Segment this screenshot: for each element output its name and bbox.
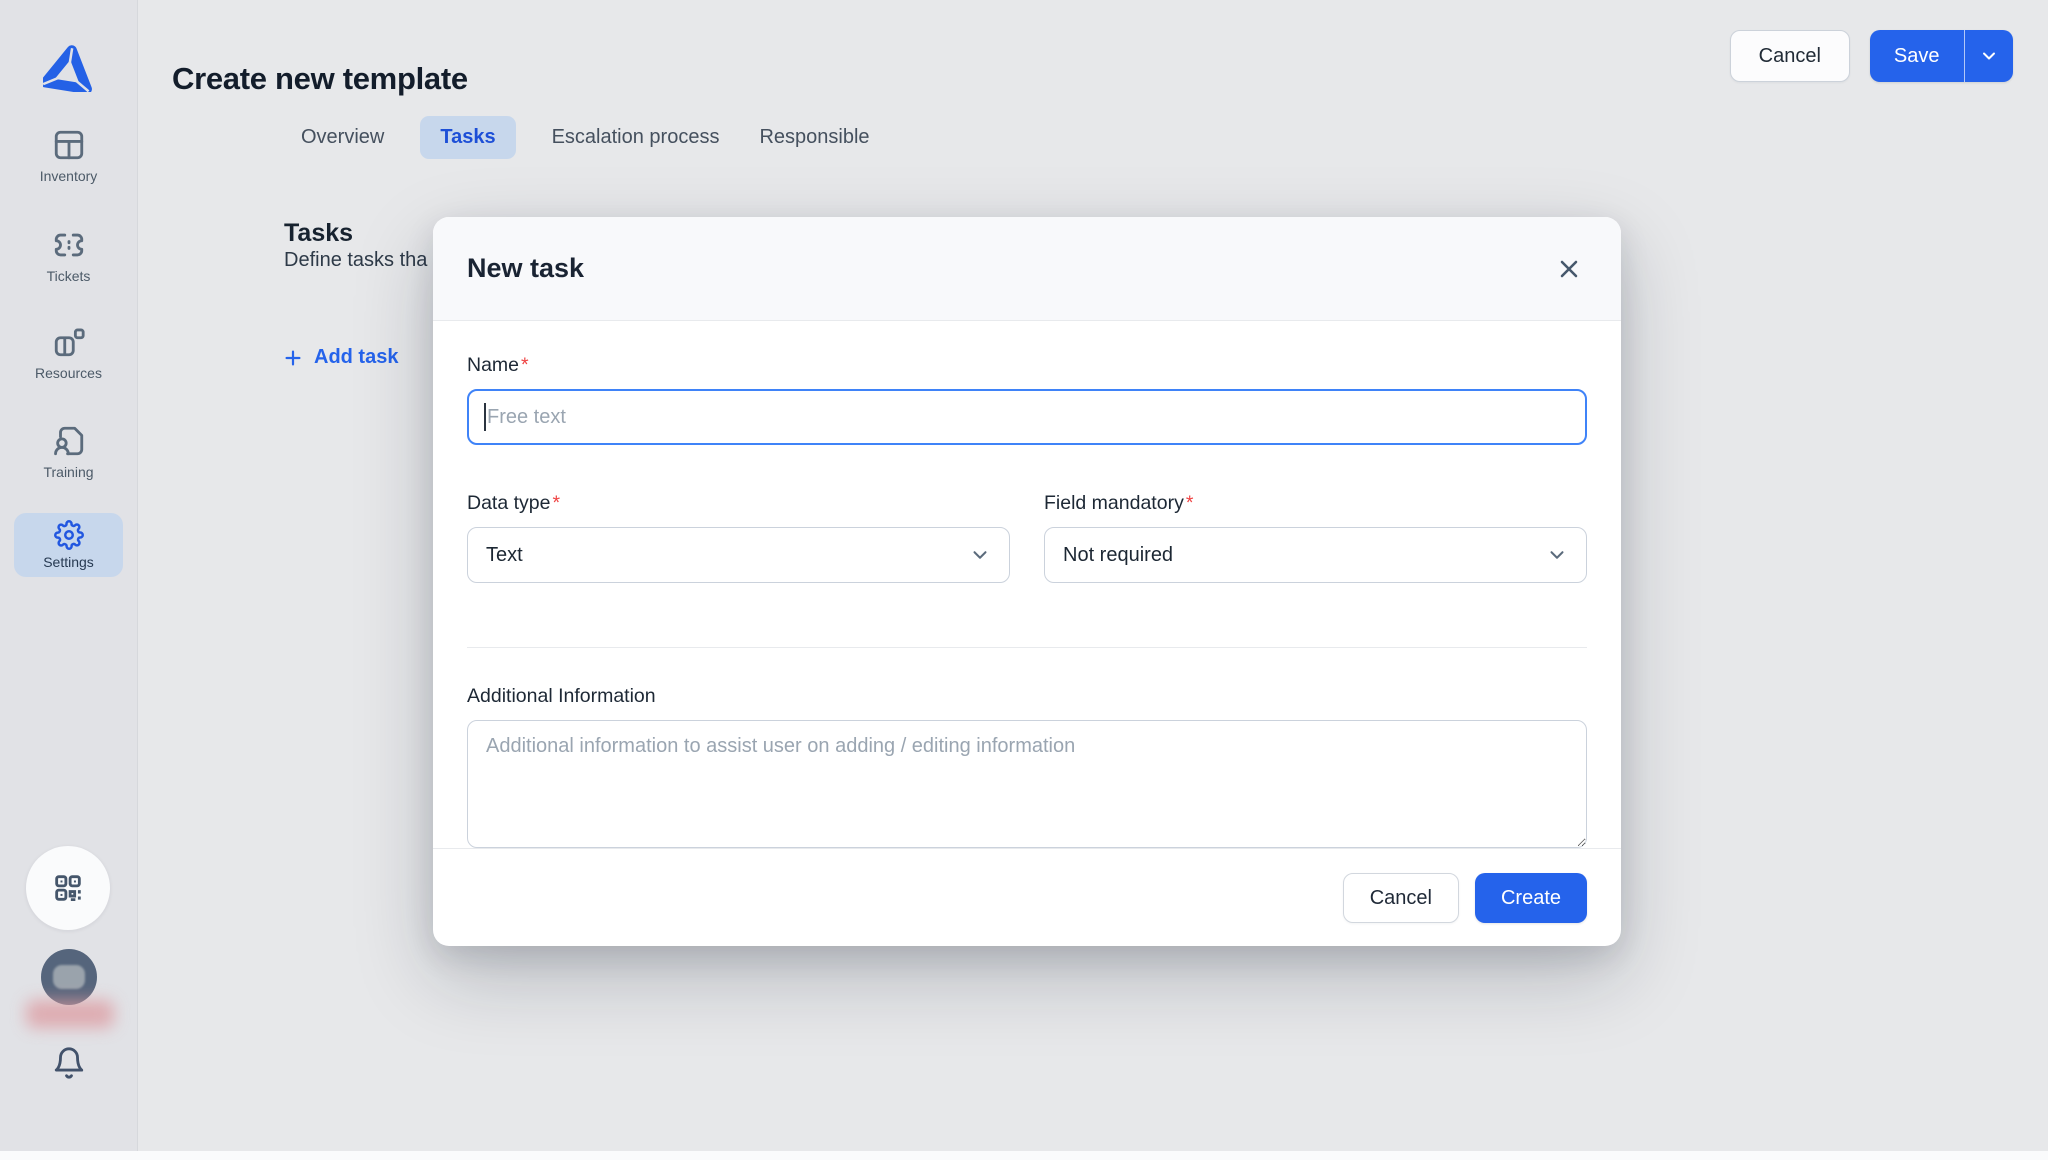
modal-close-button[interactable] (1551, 251, 1587, 287)
modal-footer: Cancel Create (433, 848, 1621, 947)
save-dropdown-button[interactable] (1965, 30, 2013, 82)
redacted-user-name (26, 1000, 114, 1028)
page-header: Create new template Cancel Save (138, 0, 2048, 110)
section-title: Tasks (284, 219, 353, 248)
qr-code-button[interactable] (26, 846, 110, 930)
header-actions: Cancel Save (1730, 30, 2013, 82)
sidebar-item-label: Resources (35, 365, 102, 381)
add-task-button[interactable]: Add task (282, 346, 398, 369)
field-mandatory-select[interactable]: Not required (1044, 527, 1587, 583)
name-input[interactable] (467, 389, 1587, 445)
sidebar-item-resources[interactable]: Resources (0, 325, 137, 381)
save-split-button: Save (1870, 30, 2013, 82)
required-asterisk: * (521, 354, 529, 376)
sidebar: Inventory Tickets Resources Training Set… (0, 0, 138, 1160)
chevron-down-icon (1979, 46, 1999, 66)
data-type-field: Data type* Text (467, 491, 1010, 583)
section-divider (467, 647, 1587, 648)
sidebar-item-label: Tickets (47, 268, 91, 284)
sidebar-item-inventory[interactable]: Inventory (0, 128, 137, 184)
additional-information-label: Additional Information (467, 685, 656, 707)
chevron-down-icon (969, 544, 991, 566)
required-asterisk: * (1186, 492, 1194, 514)
user-avatar[interactable] (41, 949, 97, 1005)
app-window: { "page": { "title": "Create new templat… (0, 0, 2048, 1160)
add-task-label: Add task (314, 346, 398, 369)
sidebar-item-label: Training (43, 464, 93, 480)
app-logo[interactable] (0, 44, 137, 92)
chevron-down-icon (1546, 544, 1568, 566)
notifications-button[interactable] (0, 1046, 137, 1080)
field-mandatory-label: Field mandatory (1044, 492, 1184, 514)
cancel-button[interactable]: Cancel (1730, 30, 1850, 82)
tab-escalation-process[interactable]: Escalation process (548, 116, 724, 159)
tab-responsible[interactable]: Responsible (755, 116, 873, 159)
sidebar-item-tickets[interactable]: Tickets (0, 228, 137, 284)
plus-icon (282, 347, 304, 369)
modal-body: Name* Data type* Text Field mandatory* N… (433, 321, 1621, 848)
ticket-icon (52, 228, 86, 262)
person-document-icon (52, 424, 86, 458)
sidebar-item-training[interactable]: Training (0, 424, 137, 480)
modal-title: New task (467, 253, 584, 284)
sidebar-item-label: Inventory (40, 168, 98, 184)
required-asterisk: * (552, 492, 560, 514)
name-field-label: Name (467, 354, 519, 376)
close-icon (1555, 255, 1583, 283)
tab-tasks[interactable]: Tasks (420, 116, 515, 159)
blocks-icon (52, 325, 86, 359)
window-bottom-edge (0, 1151, 2048, 1160)
field-row: Data type* Text Field mandatory* Not req… (467, 491, 1587, 583)
gear-icon (54, 520, 84, 550)
data-type-select[interactable]: Text (467, 527, 1010, 583)
avatar-placeholder (53, 965, 85, 989)
name-input-wrap (467, 389, 1587, 445)
text-caret (484, 403, 486, 431)
data-type-value: Text (486, 544, 523, 567)
sidebar-item-settings[interactable]: Settings (14, 513, 123, 577)
modal-header: New task (433, 217, 1621, 321)
field-mandatory-value: Not required (1063, 544, 1173, 567)
template-tabs: Overview Tasks Escalation process Respon… (297, 116, 874, 159)
save-button[interactable]: Save (1870, 30, 1964, 82)
page-title: Create new template (172, 61, 468, 97)
field-mandatory-field: Field mandatory* Not required (1044, 491, 1587, 583)
qr-code-icon (51, 871, 85, 905)
new-task-modal: New task Name* Data type* Text Field man… (433, 217, 1621, 946)
tab-overview[interactable]: Overview (297, 116, 388, 159)
grid-layout-icon (52, 128, 86, 162)
triangle-logo-icon (43, 44, 95, 92)
additional-information-textarea[interactable] (467, 720, 1587, 848)
section-description: Define tasks tha (284, 249, 427, 272)
modal-create-button[interactable]: Create (1475, 873, 1587, 923)
modal-cancel-button[interactable]: Cancel (1343, 873, 1459, 923)
sidebar-item-label: Settings (43, 554, 94, 570)
data-type-label: Data type (467, 492, 550, 514)
bell-icon (52, 1046, 86, 1080)
